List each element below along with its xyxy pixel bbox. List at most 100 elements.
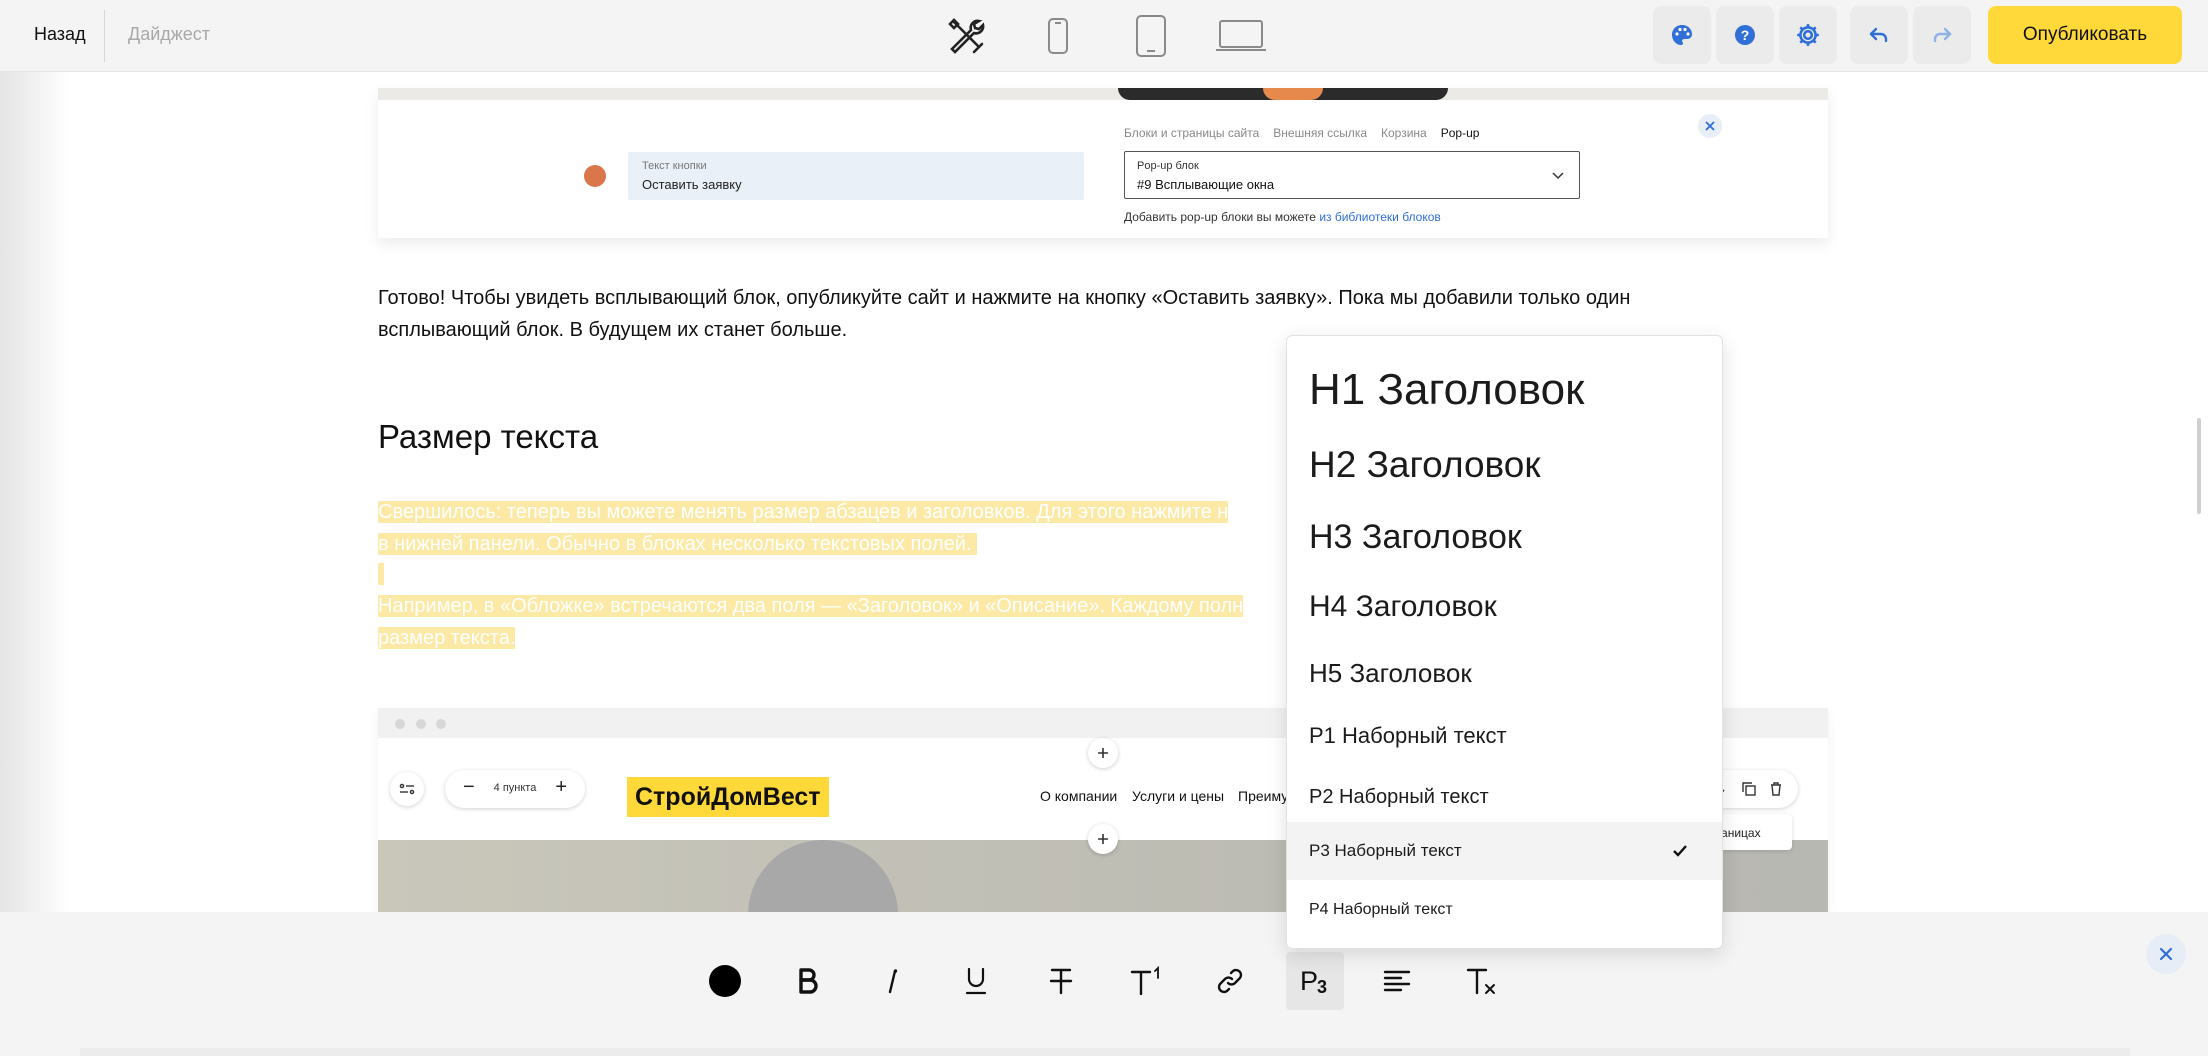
underline-icon xyxy=(965,967,987,995)
list-settings-icon xyxy=(399,783,415,795)
close-toolbar-button[interactable] xyxy=(2146,934,2186,974)
svg-text:?: ? xyxy=(1741,27,1750,43)
italic-icon xyxy=(888,969,898,994)
color-dot xyxy=(584,165,606,187)
text-size-button[interactable]: P 3 xyxy=(1286,952,1344,1010)
selected-text-line[interactable]: в нижней панели. Обычно в блоках несколь… xyxy=(378,528,978,560)
dropdown-item-p4[interactable]: P4 Наборный текст xyxy=(1287,882,1722,938)
close-icon xyxy=(1705,121,1715,131)
redo-icon xyxy=(1933,27,1952,43)
strikethrough-button[interactable] xyxy=(1032,952,1090,1010)
close-icon xyxy=(2159,947,2173,961)
window-dot xyxy=(395,719,405,729)
button-text-label: Текст кнопки xyxy=(642,160,707,172)
bold-button[interactable] xyxy=(779,952,837,1010)
italic-button[interactable] xyxy=(863,952,921,1010)
selected-empty-line[interactable] xyxy=(378,558,384,590)
publish-button[interactable]: Опубликовать xyxy=(1988,6,2182,64)
dropdown-item-label: H4 Заголовок xyxy=(1309,590,1497,623)
selected-text-line[interactable]: размер текста. xyxy=(378,622,516,654)
align-button[interactable] xyxy=(1368,952,1426,1010)
dropdown-item-label: P3 Наборный текст xyxy=(1309,841,1462,860)
dropdown-item-label: H5 Заголовок xyxy=(1309,657,1472,688)
mobile-view-button[interactable] xyxy=(1044,12,1072,60)
text-size-sub: 3 xyxy=(1317,977,1327,996)
hero-shape xyxy=(748,840,898,912)
align-left-icon xyxy=(1383,970,1411,992)
window-dot xyxy=(416,719,426,729)
back-link[interactable]: Назад xyxy=(34,24,86,45)
dropdown-item-p2[interactable]: P2 Наборный текст xyxy=(1287,768,1722,826)
dropdown-item-p1[interactable]: P1 Наборный текст xyxy=(1287,704,1722,768)
left-shade xyxy=(0,72,70,912)
link-type-tabs: Блоки и страницы сайта Внешняя ссылка Ко… xyxy=(1124,126,1479,140)
digest-link[interactable]: Дайджест xyxy=(128,24,210,45)
link-button[interactable] xyxy=(1201,952,1259,1010)
redo-button[interactable] xyxy=(1913,6,1971,64)
add-block-button xyxy=(1088,738,1118,768)
underline-button[interactable] xyxy=(947,952,1005,1010)
selected-text-line[interactable]: Свершилось: теперь вы можете менять разм… xyxy=(378,496,1229,528)
help-button[interactable]: ? xyxy=(1716,6,1774,64)
undo-button[interactable] xyxy=(1850,6,1908,64)
bold-icon xyxy=(799,968,818,994)
site-nav-item: Услуги и цены xyxy=(1132,788,1225,804)
plus-icon xyxy=(1098,748,1108,758)
text-size-dropdown[interactable]: H1 Заголовок H2 Заголовок H3 Заголовок H… xyxy=(1286,335,1723,949)
gear-icon xyxy=(1797,24,1819,46)
popup-settings-close xyxy=(1698,114,1722,138)
selected-text: Например, в «Обложке» встречаются два по… xyxy=(378,595,1244,617)
popup-note-link: из библиотеки блоков xyxy=(1319,210,1441,224)
tab-popup: Pop-up xyxy=(1440,126,1480,140)
site-nav-item: Преиму xyxy=(1238,788,1289,804)
site-nav-item: О компании xyxy=(1040,788,1118,804)
tools-mode-button[interactable] xyxy=(942,12,990,60)
dropdown-item-h1[interactable]: H1 Заголовок xyxy=(1287,352,1722,428)
laptop-icon xyxy=(1216,20,1266,51)
help-icon: ? xyxy=(1735,25,1755,45)
paragraph-line: Готово! Чтобы увидеть всплывающий блок, … xyxy=(378,287,1631,309)
trash-icon xyxy=(1771,782,1781,796)
selected-text-line[interactable]: Например, в «Обложке» встречаются два по… xyxy=(378,590,1244,622)
image-strip-accent xyxy=(1263,88,1323,100)
chevron-down-icon xyxy=(1552,172,1564,180)
settings-button[interactable] xyxy=(1779,6,1837,64)
button-text-value: Оставить заявку xyxy=(642,177,742,192)
superscript-button[interactable] xyxy=(1117,952,1175,1010)
selected-text: размер текста. xyxy=(378,627,516,649)
dropdown-item-label: H1 Заголовок xyxy=(1309,365,1585,414)
dropdown-item-h2[interactable]: H2 Заголовок xyxy=(1287,428,1722,502)
undo-icon xyxy=(1869,27,1888,43)
popup-note-text: Добавить pop-up блоки вы можете xyxy=(1124,210,1316,224)
clear-format-icon xyxy=(1466,968,1495,995)
scrollbar-thumb[interactable] xyxy=(2197,418,2201,514)
phone-icon xyxy=(1048,18,1068,54)
superscript-icon xyxy=(1130,966,1159,996)
add-block-button xyxy=(1088,824,1118,854)
design-button[interactable] xyxy=(1653,6,1711,64)
dropdown-item-p3[interactable]: P3 Наборный текст xyxy=(1287,822,1722,880)
color-icon xyxy=(709,965,741,997)
site-logo: СтройДомВест xyxy=(627,777,829,817)
section-heading[interactable]: Размер текста xyxy=(378,418,598,456)
selected-text: Свершилось: теперь вы можете менять разм… xyxy=(378,501,1229,523)
dropdown-item-label: H3 Заголовок xyxy=(1309,517,1522,556)
dropdown-item-h5[interactable]: H5 Заголовок xyxy=(1287,642,1722,704)
clear-format-button[interactable] xyxy=(1452,952,1510,1010)
dropdown-item-label: P2 Наборный текст xyxy=(1309,785,1489,808)
tablet-view-button[interactable] xyxy=(1134,12,1168,60)
article-image-popup-settings: Текст кнопки Оставить заявку Блоки и стр… xyxy=(378,88,1828,238)
dropdown-item-h4[interactable]: H4 Заголовок xyxy=(1287,572,1722,642)
checkmark-icon xyxy=(1673,845,1687,857)
divider xyxy=(104,10,105,62)
desktop-view-button[interactable] xyxy=(1214,12,1268,60)
top-bar: Назад Дайджест ? Опубликовать xyxy=(0,0,2208,72)
dropdown-item-h3[interactable]: H3 Заголовок xyxy=(1287,502,1722,572)
text-color-button[interactable] xyxy=(696,952,754,1010)
selected-space xyxy=(378,563,384,585)
link-icon xyxy=(1217,968,1243,994)
tab-external-link: Внешняя ссылка xyxy=(1273,126,1367,140)
strikethrough-icon xyxy=(1049,968,1073,995)
copy-icon xyxy=(1742,782,1756,796)
plus-icon xyxy=(1098,834,1108,844)
